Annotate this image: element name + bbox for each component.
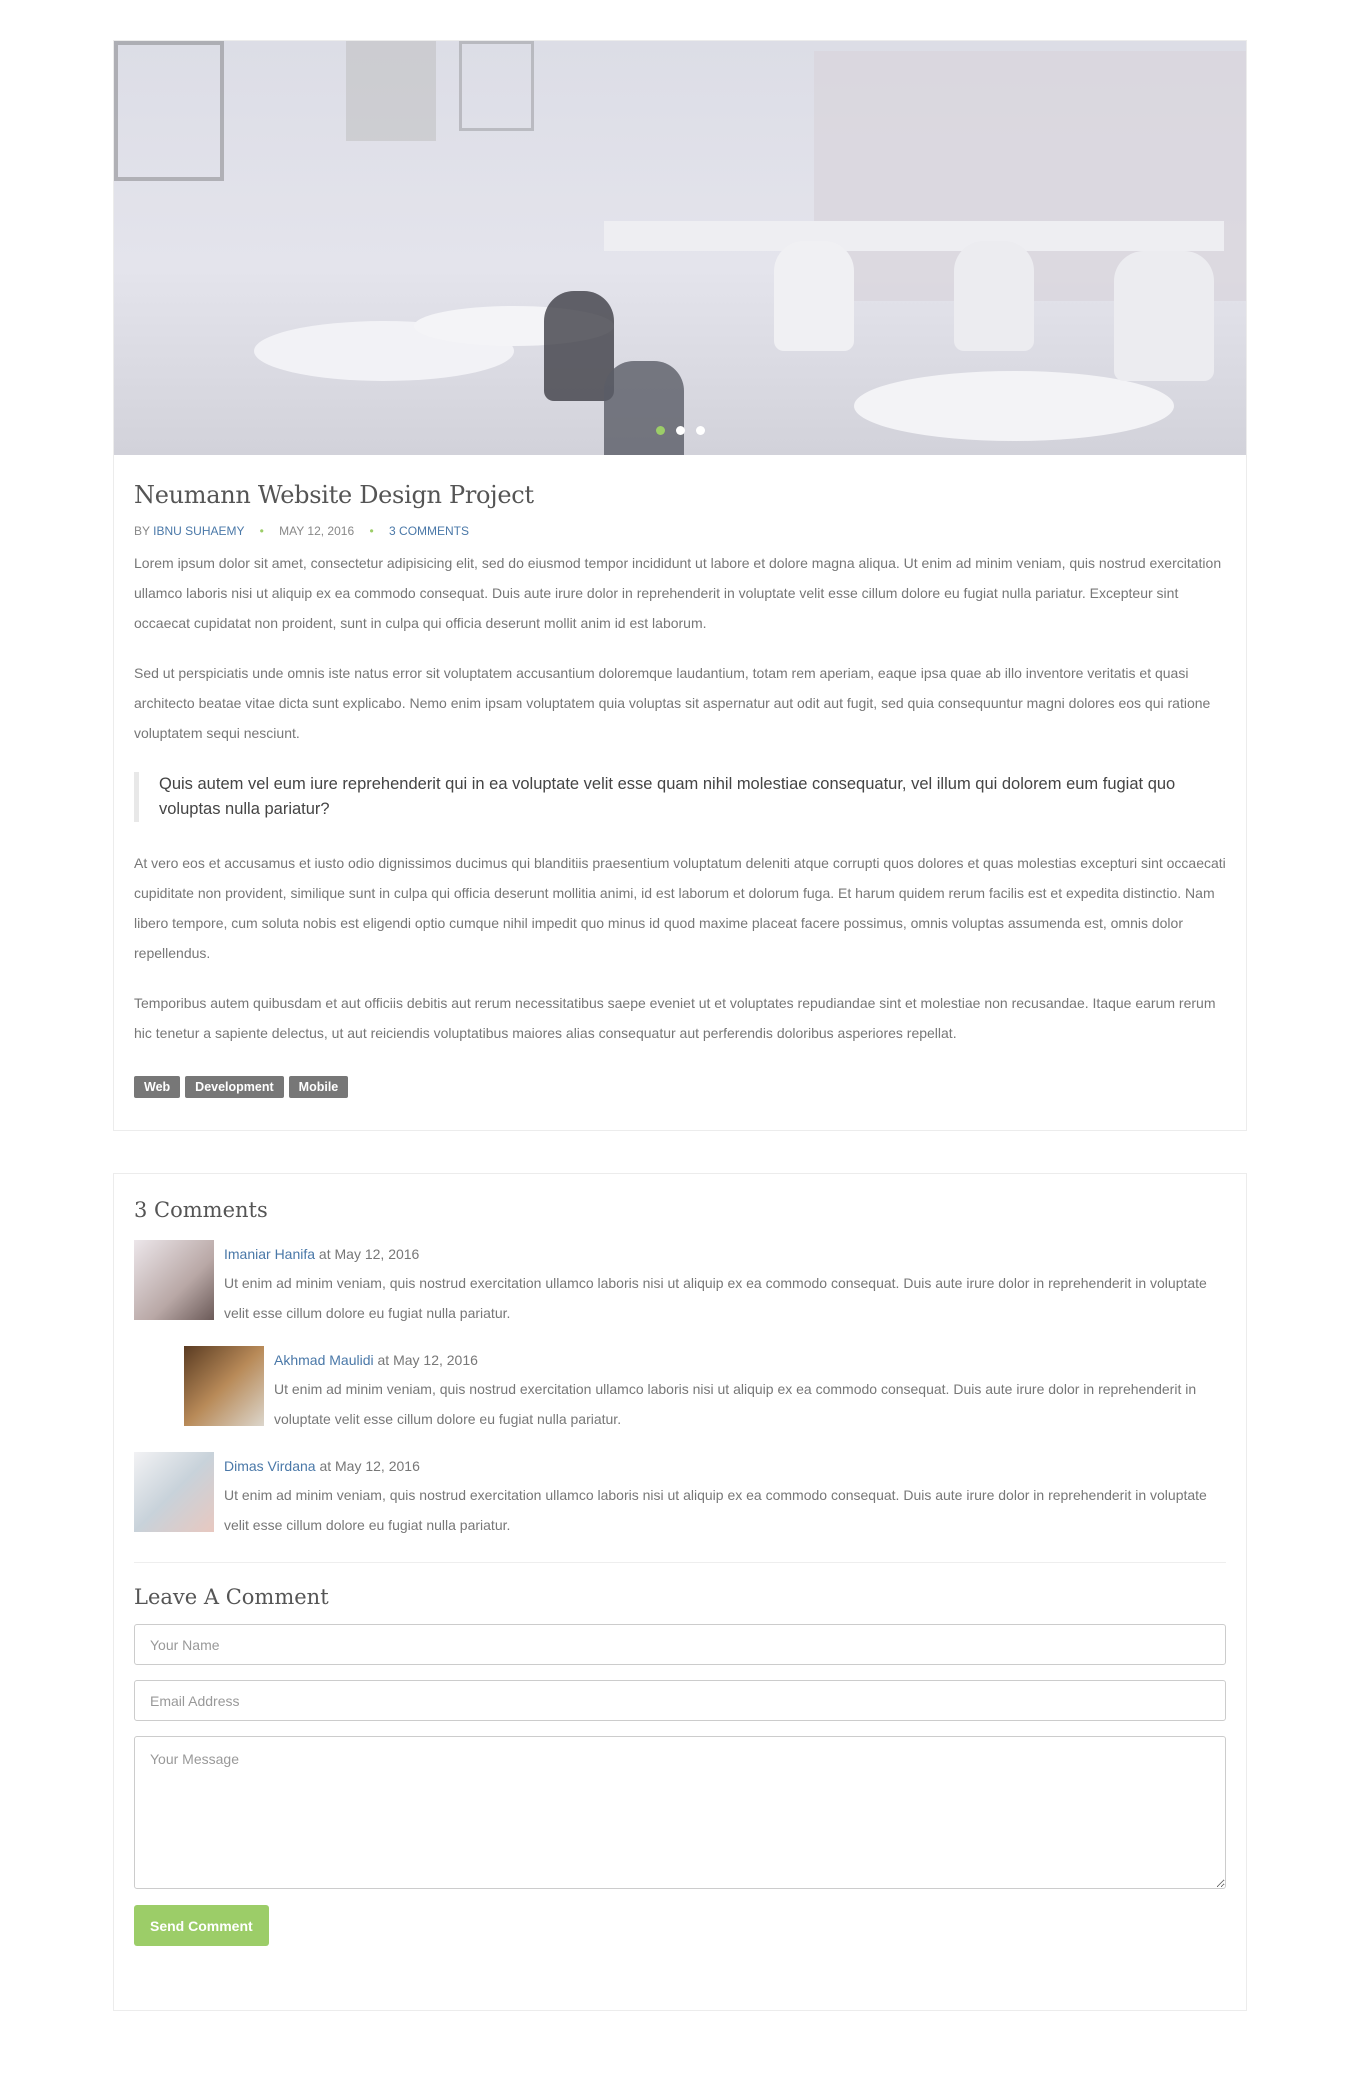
avatar [134,1240,214,1320]
chair [774,241,854,351]
post-blockquote: Quis autem vel eum iure reprehenderit qu… [134,772,1226,822]
comment-text: Ut enim ad minim veniam, quis nostrud ex… [274,1381,1197,1427]
wall-poster [459,41,534,131]
post-paragraph: Temporibus autem quibusdam et aut offici… [134,995,1216,1041]
comments-heading: 3 Comments [134,1198,268,1222]
post-paragraph: Lorem ipsum dolor sit amet, consectetur … [134,555,1222,631]
email-input[interactable] [134,1680,1226,1721]
post-date: MAY 12, 2016 [279,524,355,538]
tag-development[interactable]: Development [185,1076,284,1098]
comment-text: Ut enim ad minim veniam, quis nostrud ex… [224,1275,1207,1321]
chair [604,361,684,455]
comment-date: at May 12, 2016 [373,1352,478,1368]
comment-reply: Akhmad Maulidi at May 12, 2016 Ut enim a… [184,1346,1226,1434]
comment-author[interactable]: Akhmad Maulidi [274,1352,374,1368]
slider-dots [114,426,1246,435]
tag-web[interactable]: Web [134,1076,181,1098]
meta-separator: • [369,524,374,538]
comment: Dimas Virdana at May 12, 2016 Ut enim ad… [134,1452,1226,1540]
comment-author[interactable]: Dimas Virdana [224,1458,316,1474]
post-paragraph: Sed ut perspiciatis unde omnis iste natu… [134,665,1211,741]
chair [1114,251,1214,381]
message-textarea[interactable] [134,1736,1226,1889]
chair [544,291,614,401]
post-tags: Web Development Mobile [134,1076,1226,1098]
post-image-slider[interactable] [114,41,1246,455]
avatar [134,1452,214,1532]
table [604,221,1224,251]
post-meta: BY IBNU SUHAEMY • MAY 12, 2016 • 3 COMME… [134,524,1226,538]
slider-dot-3[interactable] [695,426,705,435]
comments-card: 3 Comments Imaniar Hanifa at May 12, 201… [113,1173,1247,2011]
meta-separator: • [259,524,264,538]
chair [954,241,1034,351]
comment-date: at May 12, 2016 [315,1246,420,1262]
post-title: Neumann Website Design Project [134,481,534,509]
name-input[interactable] [134,1624,1226,1665]
meta-by: BY [134,524,150,538]
comments-link[interactable]: 3 COMMENTS [389,524,469,538]
author-link[interactable]: IBNU SUHAEMY [153,524,244,538]
wall-poster [346,41,436,141]
comment-author[interactable]: Imaniar Hanifa [224,1246,315,1262]
blog-post-card: Neumann Website Design Project BY IBNU S… [113,40,1247,1131]
send-comment-button[interactable]: Send Comment [134,1905,269,1946]
comment: Imaniar Hanifa at May 12, 2016 Ut enim a… [134,1240,1226,1328]
avatar [184,1346,264,1426]
comment-text: Ut enim ad minim veniam, quis nostrud ex… [224,1487,1207,1533]
comment-date: at May 12, 2016 [315,1458,420,1474]
tag-mobile[interactable]: Mobile [288,1076,349,1098]
leave-comment-heading: Leave A Comment [134,1585,329,1609]
wall-poster [114,41,224,181]
slider-dot-1[interactable] [655,426,665,435]
divider [134,1562,1226,1563]
slider-dot-2[interactable] [675,426,685,435]
post-paragraph: At vero eos et accusamus et iusto odio d… [134,855,1226,961]
